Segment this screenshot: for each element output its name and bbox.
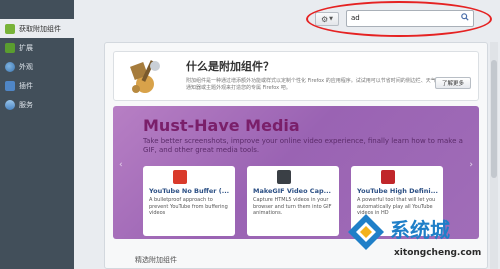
watermark-logo-icon — [348, 214, 384, 250]
theme-icon — [5, 61, 15, 72]
addon-card-description: Capture HTML5 videos in your browser and… — [253, 197, 332, 216]
sidebar-item-label: 外观 — [19, 62, 33, 71]
sidebar-item-services[interactable]: 服务 — [0, 95, 74, 114]
chevron-down-icon: ▼ — [329, 16, 334, 22]
tools-menu-button[interactable]: ⚙ ▼ — [315, 12, 339, 26]
extension-icon — [5, 42, 15, 53]
addon-card-title: MakeGIF Video Cap... — [253, 187, 332, 195]
sidebar-item-label: 插件 — [19, 81, 33, 90]
addon-card-description: A bulletproof approach to prevent YouTub… — [149, 197, 228, 216]
watermark: 系统城 xitongcheng.com — [346, 208, 496, 266]
search-input[interactable]: ad — [346, 10, 474, 27]
next-arrow-icon[interactable]: › — [469, 160, 473, 170]
service-icon — [5, 99, 15, 110]
featured-title[interactable]: Must-Have Media — [143, 116, 300, 135]
featured-description: Take better screenshots, improve your on… — [143, 137, 463, 154]
search-input-value: ad — [351, 14, 360, 22]
youtube-no-buffer-icon — [173, 170, 187, 184]
sidebar: 获取附加组件 扩展 外观 插件 服务 — [0, 0, 74, 269]
sidebar-item-plugins[interactable]: 插件 — [0, 76, 74, 95]
sidebar-item-label: 服务 — [19, 100, 33, 109]
scrollbar-thumb[interactable] — [491, 60, 497, 178]
sidebar-item-label: 获取附加组件 — [19, 24, 61, 33]
search-icon[interactable] — [461, 13, 469, 23]
makegif-icon — [277, 170, 291, 184]
intro-title: 什么是附加组件？ — [186, 60, 274, 73]
sidebar-item-appearance[interactable]: 外观 — [0, 57, 74, 76]
sidebar-item-label: 扩展 — [19, 43, 33, 52]
youtube-hd-icon — [381, 170, 395, 184]
addons-illustration-icon — [130, 60, 160, 93]
gear-icon: ⚙ — [320, 14, 329, 24]
watermark-text: 系统城 — [390, 218, 450, 242]
plugin-icon — [5, 80, 15, 91]
addon-card[interactable]: YouTube No Buffer (... A bulletproof app… — [143, 166, 235, 236]
previous-arrow-icon[interactable]: ‹ — [119, 160, 123, 170]
learn-more-button[interactable]: 了解更多 — [435, 77, 471, 89]
intro-description: 附加组件是一种通过增添额外功能或样式以定制个性化 Firefox 的应用程序。试… — [186, 78, 436, 91]
section-title-featured-addons: 精选附加组件 — [135, 256, 177, 264]
addon-card-title: YouTube High Defini... — [357, 187, 438, 195]
intro-box: 什么是附加组件？ 附加组件是一种通过增添额外功能或样式以定制个性化 Firefo… — [113, 51, 479, 101]
puzzle-icon — [5, 23, 15, 34]
watermark-url: xitongcheng.com — [394, 248, 482, 258]
sidebar-item-extensions[interactable]: 扩展 — [0, 38, 74, 57]
addon-card[interactable]: MakeGIF Video Cap... Capture HTML5 video… — [247, 166, 339, 236]
sidebar-item-get-addons[interactable]: 获取附加组件 — [0, 19, 74, 38]
addon-card-title: YouTube No Buffer (... — [149, 187, 230, 195]
